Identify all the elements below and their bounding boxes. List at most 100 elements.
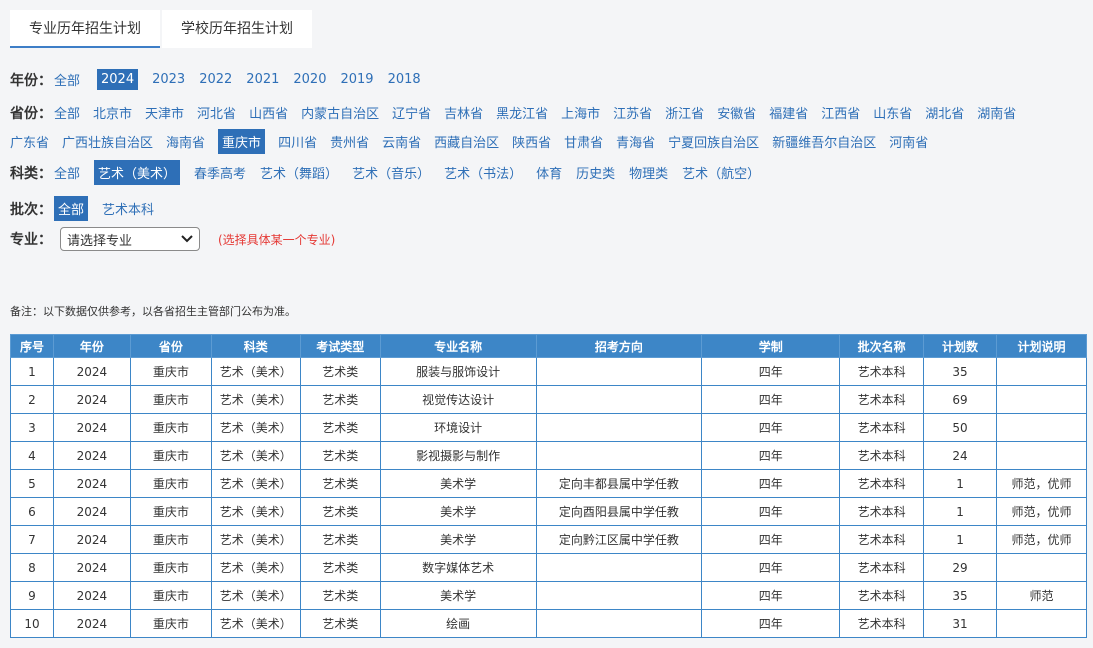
- major-select[interactable]: 请选择专业: [60, 227, 200, 251]
- province-option[interactable]: 宁夏回族自治区: [668, 130, 759, 153]
- cell-plan-count: 1: [923, 525, 997, 554]
- category-option[interactable]: 体育: [536, 161, 562, 184]
- province-option[interactable]: 河北省: [197, 101, 236, 124]
- cell-direction: 定向黔江区属中学任教: [535, 525, 703, 554]
- province-option[interactable]: 浙江省: [665, 101, 704, 124]
- cell-category: 艺术（美术）: [210, 581, 301, 610]
- tab-major-plan[interactable]: 专业历年招生计划: [10, 10, 160, 48]
- province-option[interactable]: 全部: [54, 101, 80, 124]
- province-option[interactable]: 山西省: [249, 101, 288, 124]
- batch-option-art-undergrad[interactable]: 艺术本科: [102, 197, 154, 220]
- province-option[interactable]: 云南省: [382, 130, 421, 153]
- cell-category: 艺术（美术）: [210, 413, 301, 442]
- category-option-selected[interactable]: 艺术（美术）: [94, 160, 181, 185]
- year-option-2024[interactable]: 2024: [97, 69, 139, 90]
- category-option-all[interactable]: 全部: [54, 161, 80, 184]
- category-option[interactable]: 春季高考: [194, 161, 246, 184]
- cell-province: 重庆市: [129, 413, 212, 442]
- province-option[interactable]: 陕西省: [512, 130, 551, 153]
- province-option[interactable]: 四川省: [278, 130, 317, 153]
- cell-batch: 艺术本科: [839, 357, 925, 386]
- cell-province: 重庆市: [129, 525, 212, 554]
- cell-plan-note: [995, 385, 1088, 414]
- province-option[interactable]: 湖南省: [977, 101, 1016, 124]
- province-option[interactable]: 上海市: [561, 101, 600, 124]
- category-filter: 科类： 全部 艺术（美术） 春季高考 艺术（舞蹈） 艺术（音乐） 艺术（书法） …: [10, 160, 774, 185]
- header-plan-count: 计划数: [923, 334, 997, 358]
- cell-plan-count: 29: [923, 553, 997, 582]
- cell-exam-type: 艺术类: [299, 357, 381, 386]
- cell-index: 4: [10, 441, 54, 470]
- province-option[interactable]: 辽宁省: [392, 101, 431, 124]
- province-option[interactable]: 黑龙江省: [496, 101, 548, 124]
- category-option[interactable]: 艺术（舞蹈）: [260, 161, 338, 184]
- category-option[interactable]: 艺术（航空）: [682, 161, 760, 184]
- province-option[interactable]: 湖北省: [925, 101, 964, 124]
- province-option[interactable]: 海南省: [166, 130, 205, 153]
- cell-year: 2024: [52, 413, 131, 442]
- category-option[interactable]: 物理类: [629, 161, 668, 184]
- province-option-selected[interactable]: 重庆市: [218, 129, 266, 154]
- category-option[interactable]: 艺术（音乐）: [352, 161, 430, 184]
- cell-plan-note: 师范，优师: [995, 497, 1088, 526]
- province-option[interactable]: 新疆维吾尔自治区: [772, 130, 876, 153]
- cell-exam-type: 艺术类: [299, 385, 381, 414]
- category-option[interactable]: 艺术（书法）: [444, 161, 522, 184]
- year-option-2023[interactable]: 2023: [152, 70, 185, 89]
- province-option[interactable]: 西藏自治区: [434, 130, 499, 153]
- province-option[interactable]: 河南省: [889, 130, 928, 153]
- province-filter-row2: 广东省 广西壮族自治区 海南省 重庆市 四川省 贵州省 云南省 西藏自治区 陕西…: [10, 129, 941, 154]
- cell-duration: 四年: [701, 385, 841, 414]
- cell-year: 2024: [52, 581, 131, 610]
- batch-option-all[interactable]: 全部: [54, 196, 89, 221]
- province-option[interactable]: 天津市: [145, 101, 184, 124]
- year-option-2020[interactable]: 2020: [293, 70, 326, 89]
- province-filter-row1: 省份： 全部 北京市 天津市 河北省 山西省 内蒙古自治区 辽宁省 吉林省 黑龙…: [10, 101, 1016, 124]
- header-year: 年份: [52, 334, 131, 358]
- cell-duration: 四年: [701, 581, 841, 610]
- cell-direction: [535, 357, 703, 386]
- cell-index: 6: [10, 497, 54, 526]
- category-option[interactable]: 历史类: [576, 161, 615, 184]
- cell-exam-type: 艺术类: [299, 525, 381, 554]
- province-option[interactable]: 甘肃省: [564, 130, 603, 153]
- province-option[interactable]: 内蒙古自治区: [301, 101, 379, 124]
- year-option-2019[interactable]: 2019: [340, 70, 373, 89]
- cell-plan-count: 35: [923, 581, 997, 610]
- year-option-2021[interactable]: 2021: [246, 70, 279, 89]
- province-option[interactable]: 贵州省: [330, 130, 369, 153]
- cell-category: 艺术（美术）: [210, 357, 301, 386]
- cell-province: 重庆市: [129, 581, 212, 610]
- cell-major-name: 美术学: [379, 525, 537, 554]
- year-option-all[interactable]: 全部: [54, 68, 80, 91]
- batch-filter-label: 批次：: [10, 201, 52, 218]
- province-option[interactable]: 江西省: [821, 101, 860, 124]
- province-option[interactable]: 北京市: [93, 101, 132, 124]
- cell-index: 2: [10, 385, 54, 414]
- cell-year: 2024: [52, 357, 131, 386]
- province-option[interactable]: 山东省: [873, 101, 912, 124]
- province-option[interactable]: 青海省: [616, 130, 655, 153]
- cell-year: 2024: [52, 385, 131, 414]
- province-option[interactable]: 安徽省: [717, 101, 756, 124]
- cell-duration: 四年: [701, 413, 841, 442]
- province-option[interactable]: 广东省: [10, 130, 49, 153]
- province-option[interactable]: 江苏省: [613, 101, 652, 124]
- header-direction: 招考方向: [535, 334, 703, 358]
- header-index: 序号: [10, 334, 54, 358]
- year-option-2018[interactable]: 2018: [388, 70, 421, 89]
- cell-plan-count: 31: [923, 609, 997, 638]
- cell-plan-count: 1: [923, 469, 997, 498]
- cell-plan-count: 35: [923, 357, 997, 386]
- cell-index: 1: [10, 357, 54, 386]
- data-note: 备注：以下数据仅供参考，以各省招生主管部门公布为准。: [10, 305, 296, 318]
- year-option-2022[interactable]: 2022: [199, 70, 232, 89]
- cell-direction: [535, 385, 703, 414]
- province-option[interactable]: 广西壮族自治区: [62, 130, 153, 153]
- table-body: 1 2024 重庆市 艺术（美术） 艺术类 服装与服饰设计 四年 艺术本科 35 2 2024 重庆市…: [10, 357, 1088, 638]
- province-option[interactable]: 福建省: [769, 101, 808, 124]
- cell-duration: 四年: [701, 609, 841, 638]
- province-option[interactable]: 吉林省: [444, 101, 483, 124]
- cell-category: 艺术（美术）: [210, 469, 301, 498]
- tab-school-plan[interactable]: 学校历年招生计划: [162, 10, 312, 48]
